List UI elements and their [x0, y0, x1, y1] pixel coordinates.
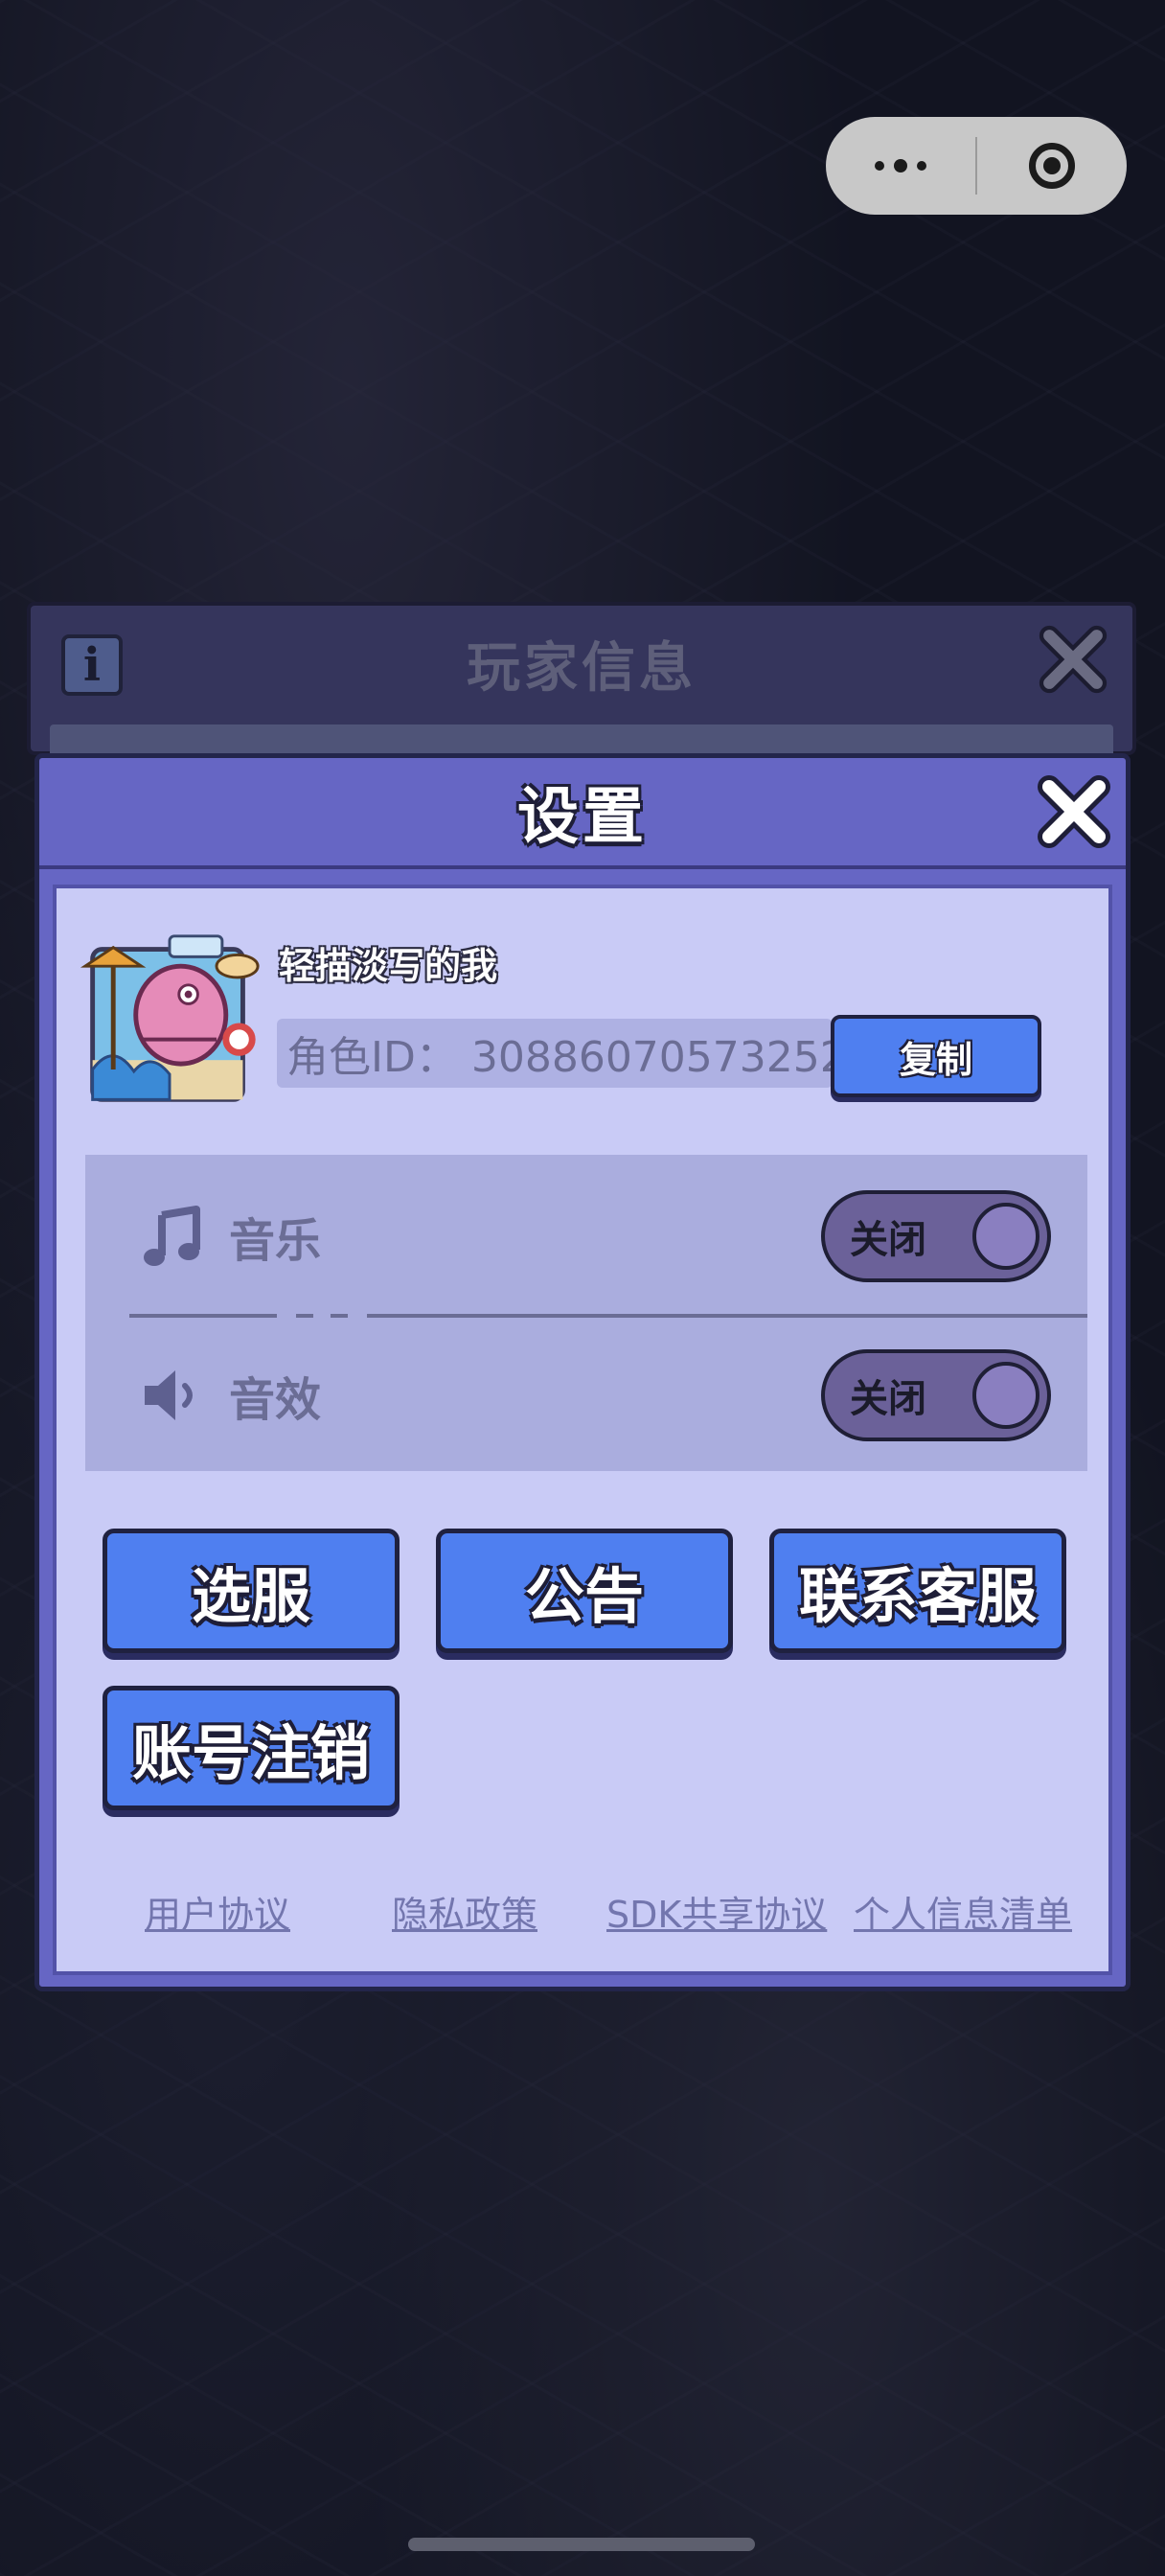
miniprogram-capsule: [826, 117, 1127, 215]
announcement-button[interactable]: 公告: [436, 1529, 733, 1653]
target-circle-icon: [1029, 143, 1075, 189]
speaker-icon: [145, 1370, 193, 1420]
customer-service-button[interactable]: 联系客服: [769, 1529, 1066, 1653]
user-agreement-link[interactable]: 用户协议: [145, 1885, 290, 1938]
settings-body: 轻描淡写的我 角色ID： 30886070573252 复制 音乐 关闭 音效 …: [53, 885, 1112, 1975]
footer-links: 用户协议 隐私政策 SDK共享协议 个人信息清单: [57, 1885, 1108, 1936]
close-miniprogram-button[interactable]: [977, 117, 1127, 215]
music-toggle[interactable]: 关闭: [821, 1190, 1051, 1282]
sdk-agreement-link[interactable]: SDK共享协议: [606, 1885, 827, 1938]
personal-info-link[interactable]: 个人信息清单: [854, 1885, 1072, 1938]
audio-settings-panel: 音乐 关闭 音效 关闭: [85, 1155, 1087, 1471]
settings-title: 设置: [517, 782, 648, 853]
toggle-knob: [972, 1362, 1039, 1429]
toggle-knob: [972, 1203, 1039, 1270]
more-dots-icon: [875, 159, 926, 172]
music-note-icon: [144, 1206, 200, 1266]
info-icon[interactable]: i: [61, 634, 123, 696]
sound-effects-toggle[interactable]: 关闭: [821, 1349, 1051, 1441]
sound-effects-label: 音效: [229, 1373, 322, 1427]
music-toggle-label: 关闭: [850, 1218, 926, 1262]
privacy-policy-link[interactable]: 隐私政策: [392, 1885, 537, 1938]
copy-button[interactable]: 复制: [831, 1015, 1041, 1097]
select-server-button[interactable]: 选服: [103, 1529, 400, 1653]
player-info-panel: i 玩家信息: [27, 602, 1136, 759]
account-cancel-button[interactable]: 账号注销: [103, 1686, 400, 1810]
divider: [129, 1314, 1087, 1318]
music-label: 音乐: [229, 1214, 322, 1268]
music-row: 音乐 关闭: [85, 1174, 1087, 1299]
sound-effects-row: 音效 关闭: [85, 1333, 1087, 1458]
username: 轻描淡写的我: [279, 945, 498, 987]
more-button[interactable]: [826, 117, 975, 215]
player-info-title: 玩家信息: [467, 636, 697, 700]
player-info-header: i 玩家信息: [31, 606, 1132, 721]
settings-header: 设置: [39, 758, 1126, 869]
avatar[interactable]: [76, 929, 263, 1116]
sound-effects-toggle-label: 关闭: [850, 1377, 926, 1421]
close-icon[interactable]: [1036, 773, 1112, 850]
home-indicator[interactable]: [408, 2538, 755, 2551]
role-id-text: 角色ID： 30886070573252: [277, 1019, 847, 1088]
settings-dialog: 设置 轻描淡写的我 角色ID： 30886070573252 复制 音乐 关闭 …: [34, 753, 1131, 1991]
close-icon[interactable]: [1037, 623, 1109, 696]
